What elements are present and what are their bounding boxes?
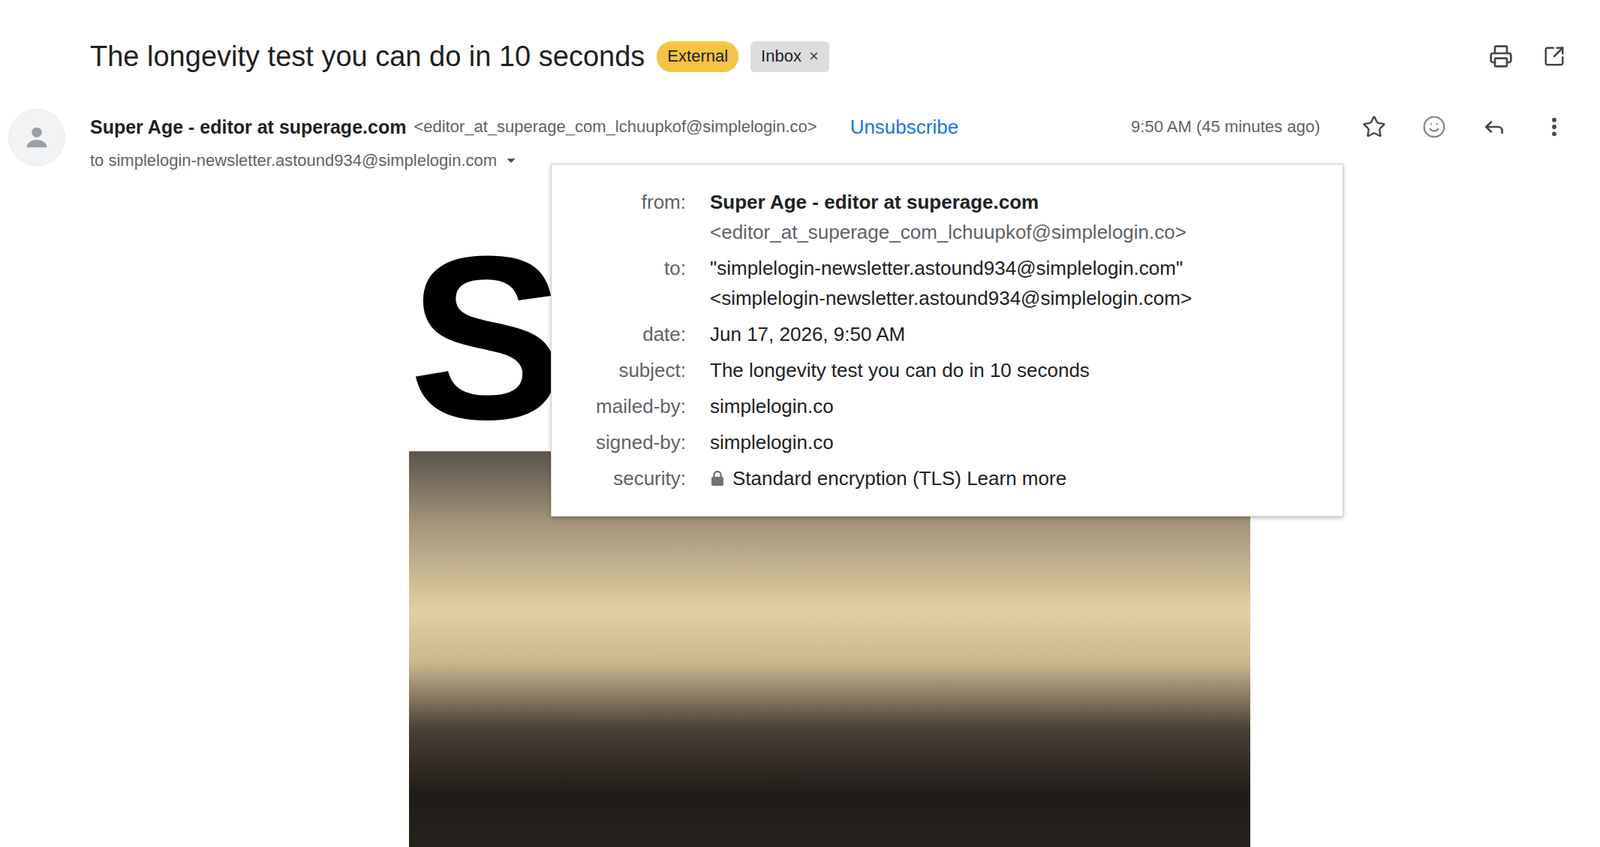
detail-line: Standard encryption (TLS) Learn more [709,463,1321,494]
details-caret-icon[interactable] [502,152,520,169]
label-badge[interactable]: External [656,41,739,73]
detail-line: <editor_at_superage_com_lchuupkof@simple… [709,216,1321,247]
more-vertical-icon [1542,114,1567,139]
message-header: Super Age - editor at superage.com <edito… [8,108,1573,172]
sender-line: Super Age - editor at superage.com <edito… [90,108,1573,145]
open-external-icon [1542,45,1566,68]
sender-email: <editor_at_superage_com_lchuupkof@simple… [413,117,817,137]
person-icon [21,122,52,153]
detail-value: simplelogin.co [709,390,1321,422]
detail-label: mailed-by: [581,390,686,422]
subject-row: The longevity test you can do in 10 seco… [8,37,1573,76]
sender-avatar[interactable] [8,108,66,166]
reply-icon [1482,114,1507,139]
detail-line: "simplelogin-newsletter.astound934@simpl… [709,252,1321,283]
detail-line: <simplelogin-newsletter.astound934@simpl… [709,282,1321,313]
email-view: The longevity test you can do in 10 seco… [0,0,1600,847]
detail-label: date: [581,318,686,349]
sender-name[interactable]: Super Age - editor at superage.com [90,116,407,139]
detail-label: to: [581,252,686,313]
detail-label: signed-by: [581,427,686,458]
detail-value: The longevity test you can do in 10 seco… [709,354,1321,385]
detail-value: "simplelogin-newsletter.astound934@simpl… [709,252,1321,313]
sender-info: Super Age - editor at superage.com <edito… [90,108,1573,172]
detail-value: Super Age - editor at superage.com<edito… [709,186,1321,247]
detail-line: Jun 17, 2026, 9:50 AM [709,318,1321,349]
message-details-popup: from:Super Age - editor at superage.com<… [550,163,1344,517]
reply-button[interactable] [1476,108,1513,145]
detail-value: simplelogin.co [709,427,1321,458]
detail-value: Jun 17, 2026, 9:50 AM [709,318,1321,349]
detail-line: simplelogin.co [709,427,1321,458]
message-actions: 9:50 AM (45 minutes ago) [1130,108,1573,145]
printer-icon [1488,44,1513,69]
email-subject: The longevity test you can do in 10 seco… [90,37,645,76]
label-badge[interactable]: Inbox× [750,41,830,73]
message-time: 9:50 AM (45 minutes ago) [1130,117,1321,137]
detail-line: Super Age - editor at superage.com [709,186,1321,217]
unsubscribe-link[interactable]: Unsubscribe [850,115,960,139]
print-button[interactable] [1482,38,1519,75]
recipient-text: to simplelogin-newsletter.astound934@sim… [90,150,497,171]
detail-label: from: [581,186,686,247]
star-icon [1362,114,1387,139]
emoji-react-button[interactable] [1416,108,1453,145]
star-button[interactable] [1356,108,1393,145]
detail-line: simplelogin.co [709,390,1321,422]
open-new-window-button[interactable] [1536,38,1573,75]
remove-label-button[interactable]: × [809,46,819,67]
more-button[interactable] [1536,108,1573,145]
lock-icon [709,469,725,487]
detail-value: Standard encryption (TLS) Learn more [709,463,1321,494]
detail-label: security: [581,463,686,494]
smile-icon [1422,114,1447,139]
detail-label: subject: [581,354,686,385]
top-actions [1482,38,1573,75]
detail-line: The longevity test you can do in 10 seco… [709,354,1321,385]
